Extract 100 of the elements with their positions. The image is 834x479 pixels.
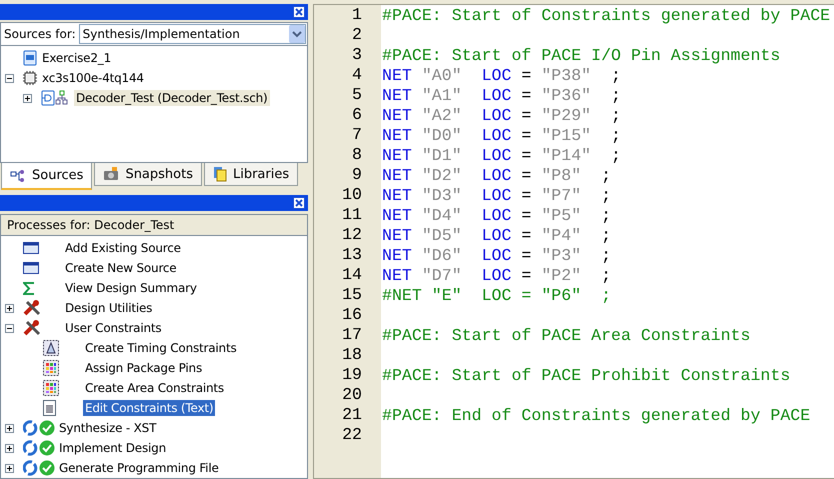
sigma-icon bbox=[23, 282, 35, 294]
code-text: ; bbox=[610, 86, 622, 104]
code-string: "D4" bbox=[420, 206, 463, 224]
code-text: ; bbox=[600, 186, 612, 204]
sources-dropdown[interactable]: Synthesis/Implementation bbox=[78, 24, 306, 44]
code-text: ; bbox=[600, 266, 612, 284]
code-comment: #PACE: End of Constraints generated by PACE bbox=[382, 406, 810, 424]
code-string: "P3" bbox=[541, 246, 582, 264]
line-number: 20 bbox=[341, 385, 363, 405]
code-keyword: NET bbox=[382, 66, 412, 84]
panel-tab[interactable]: Libraries bbox=[204, 163, 298, 186]
line-number: 21 bbox=[341, 405, 363, 425]
line-number: 19 bbox=[341, 365, 363, 385]
collapse-icon[interactable] bbox=[5, 74, 14, 82]
code-text: = bbox=[520, 226, 532, 244]
process-item[interactable]: Add Existing Source bbox=[63, 240, 183, 256]
code-comment: #PACE: Start of PACE Area Constraints bbox=[382, 326, 750, 344]
hierarchy-icon bbox=[10, 170, 26, 182]
expand-icon[interactable] bbox=[5, 464, 14, 472]
collapse-icon[interactable] bbox=[5, 324, 14, 332]
code-string: "P5" bbox=[541, 206, 582, 224]
tree-item[interactable]: Exercise2_1 bbox=[40, 50, 114, 66]
close-icon[interactable] bbox=[293, 197, 305, 209]
process-item[interactable]: Edit Constraints (Text) bbox=[83, 400, 216, 416]
line-number: 9 bbox=[351, 165, 363, 185]
code-keyword: LOC bbox=[482, 266, 512, 284]
code-text: ; bbox=[610, 126, 622, 144]
code-string: "D6" bbox=[420, 246, 463, 264]
panel-tab[interactable]: Snapshots bbox=[94, 163, 202, 186]
code-text: ; bbox=[610, 106, 622, 124]
line-number: 2 bbox=[351, 25, 363, 45]
tree-item[interactable]: Decoder_Test (Decoder_Test.sch) bbox=[74, 90, 270, 106]
chip-icon bbox=[23, 71, 37, 85]
code-string: "P7" bbox=[541, 186, 582, 204]
code-comment: #PACE: Start of PACE I/O Pin Assignments bbox=[382, 46, 780, 64]
line-number: 17 bbox=[341, 325, 363, 345]
process-item[interactable]: User Constraints bbox=[63, 320, 164, 336]
line-number: 22 bbox=[341, 425, 363, 445]
process-item[interactable]: View Design Summary bbox=[63, 280, 199, 296]
code-string: "P4" bbox=[541, 226, 582, 244]
code-text: = bbox=[520, 106, 532, 124]
code-string: "P15" bbox=[541, 126, 592, 144]
code-keyword: NET bbox=[382, 226, 412, 244]
close-icon[interactable] bbox=[293, 6, 305, 18]
line-number: 18 bbox=[341, 345, 363, 365]
stopwatch-icon bbox=[43, 340, 59, 356]
code-keyword: NET bbox=[382, 186, 412, 204]
tree-item[interactable]: xc3s100e-4tq144 bbox=[40, 70, 146, 86]
code-text: ; bbox=[610, 146, 622, 164]
code-keyword: LOC bbox=[482, 166, 512, 184]
process-item[interactable]: Create Area Constraints bbox=[83, 380, 226, 396]
code-keyword: LOC bbox=[482, 66, 512, 84]
expand-icon[interactable] bbox=[5, 444, 14, 452]
line-number: 13 bbox=[341, 245, 363, 265]
code-text: = bbox=[520, 146, 532, 164]
code-keyword: LOC bbox=[482, 186, 512, 204]
process-item[interactable]: Create Timing Constraints bbox=[83, 340, 239, 356]
sources-for-label: Sources for: bbox=[3, 27, 77, 41]
code-text: = bbox=[520, 166, 532, 184]
document-icon bbox=[43, 400, 56, 416]
code-text: = bbox=[520, 126, 532, 144]
code-text: ; bbox=[600, 246, 612, 264]
code-string: "P38" bbox=[541, 66, 592, 84]
line-number: 3 bbox=[351, 45, 363, 65]
refresh-check-icon bbox=[23, 440, 55, 456]
panel-tab[interactable]: Sources bbox=[1, 163, 92, 190]
process-item[interactable]: Assign Package Pins bbox=[83, 360, 204, 376]
expand-icon[interactable] bbox=[5, 424, 14, 432]
code-string: "D5" bbox=[420, 226, 463, 244]
code-keyword: LOC bbox=[482, 206, 512, 224]
code-string: "D7" bbox=[420, 266, 463, 284]
line-number: 6 bbox=[351, 105, 363, 125]
code-text: = bbox=[520, 66, 532, 84]
process-item[interactable]: Generate Programming File bbox=[57, 460, 221, 476]
window-icon bbox=[23, 242, 39, 254]
camera-icon bbox=[103, 167, 120, 181]
code-string: "P2" bbox=[541, 266, 582, 284]
books-icon bbox=[212, 166, 227, 182]
code-text: = bbox=[520, 266, 532, 284]
code-comment: #NET "E" LOC = "P6" ; bbox=[382, 286, 612, 304]
process-item[interactable]: Create New Source bbox=[63, 260, 178, 276]
line-number: 11 bbox=[341, 205, 363, 225]
code-string: "P29" bbox=[541, 106, 592, 124]
code-string: "D3" bbox=[420, 186, 463, 204]
process-item[interactable]: Implement Design bbox=[57, 440, 168, 456]
code-keyword: LOC bbox=[482, 146, 512, 164]
code-keyword: LOC bbox=[482, 246, 512, 264]
expand-icon[interactable] bbox=[5, 304, 14, 312]
expand-icon[interactable] bbox=[23, 94, 32, 102]
code-keyword: LOC bbox=[482, 86, 512, 104]
code-keyword: NET bbox=[382, 246, 412, 264]
code-keyword: LOC bbox=[482, 106, 512, 124]
code-text: = bbox=[520, 186, 532, 204]
code-string: "A1" bbox=[420, 86, 463, 104]
process-item[interactable]: Synthesize - XST bbox=[57, 420, 158, 436]
code-text: ; bbox=[610, 66, 622, 84]
window-icon bbox=[23, 262, 39, 274]
code-string: "A2" bbox=[420, 106, 463, 124]
code-string: "D1" bbox=[420, 146, 463, 164]
process-item[interactable]: Design Utilities bbox=[63, 300, 154, 316]
